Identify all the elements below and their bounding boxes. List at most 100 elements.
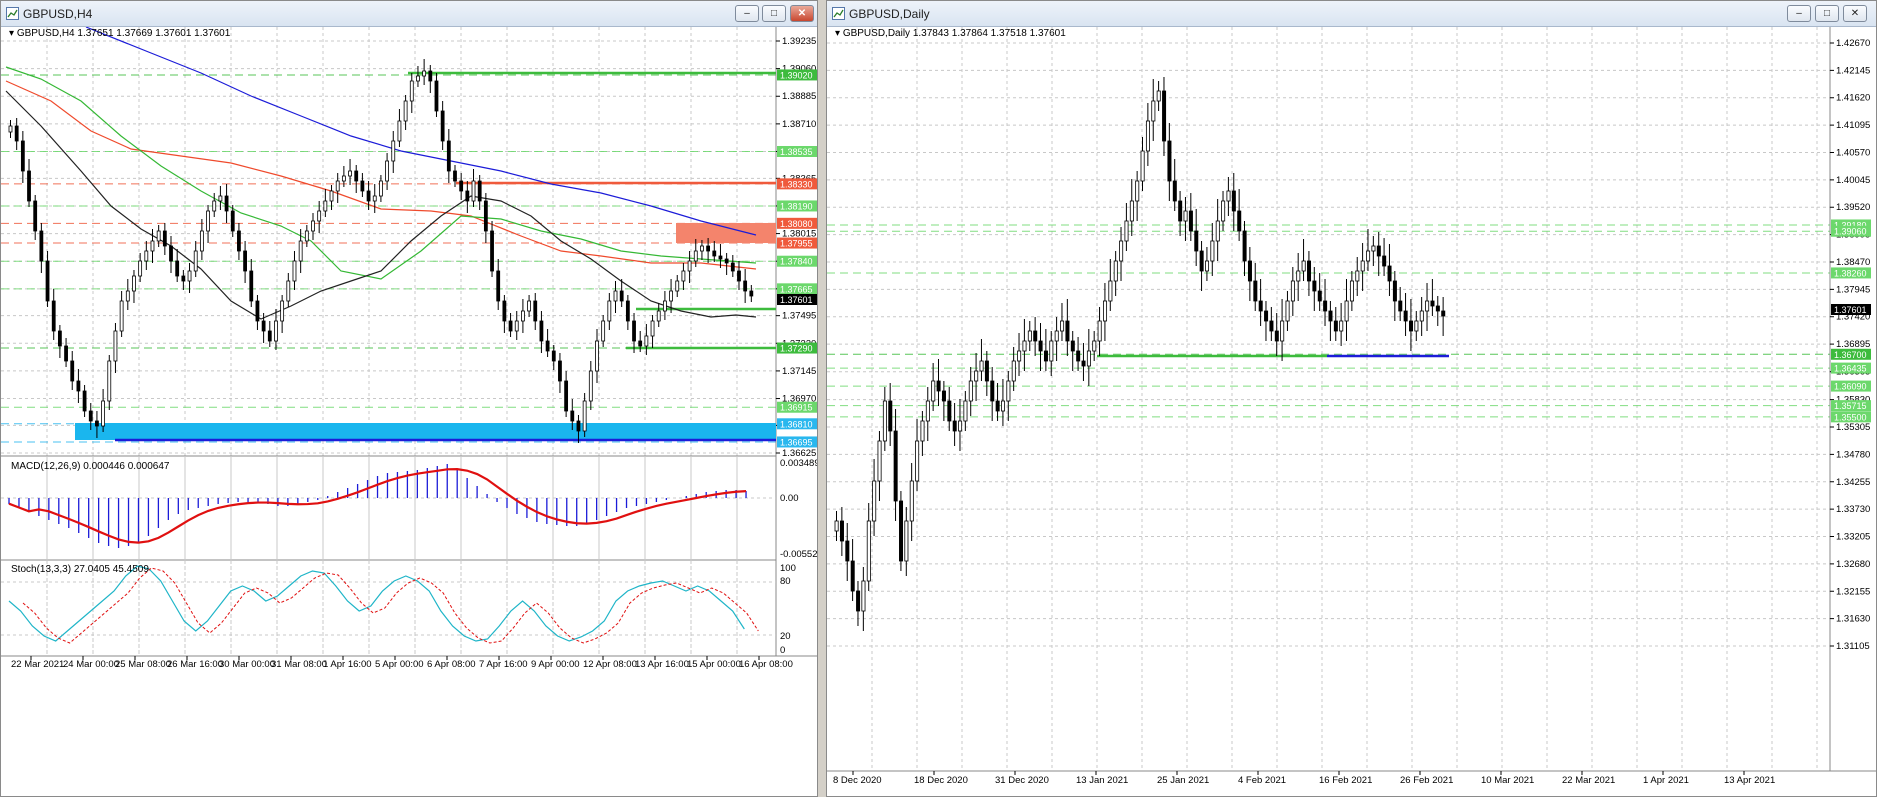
time-axis-label: 22 Mar 2021 (11, 659, 64, 670)
h4-candle (379, 180, 383, 197)
level-price-label: 1.36695 (780, 437, 813, 447)
macd-tick: -0.005524 (780, 549, 817, 560)
level-price-label: 1.37840 (780, 257, 813, 267)
daily-candle (1371, 245, 1376, 252)
level-price-label: 1.36090 (1834, 382, 1867, 392)
price-tick-label: 1.34255 (1836, 477, 1870, 488)
daily-candle (952, 420, 957, 432)
h4-candle (14, 125, 19, 142)
daily-candle (1043, 350, 1048, 362)
h4-candle (298, 240, 303, 262)
price-tick-label: 1.37145 (782, 366, 816, 377)
daily-candle (1135, 180, 1140, 202)
h4-candle (8, 125, 13, 133)
h4-candle (422, 70, 427, 77)
daily-candle (1323, 300, 1328, 312)
daily-candle (1366, 250, 1371, 262)
daily-candle (1092, 340, 1097, 352)
level-price-label: 1.36700 (1834, 350, 1867, 360)
daily-chart-window: GBPUSD,Daily – □ ✕ 1.42670 1.42145 1.41620… (826, 0, 1877, 797)
daily-candle (1307, 260, 1312, 282)
h4-candle (706, 245, 711, 252)
stoch-tick: 0 (780, 645, 785, 656)
daily-candle (1001, 400, 1006, 412)
daily-candle (1398, 300, 1403, 312)
daily-candle (1097, 320, 1102, 342)
h4-candle (650, 320, 655, 337)
time-axis-label: 15 Apr 00:00 (687, 659, 741, 670)
time-axis-label: 16 Apr 08:00 (739, 659, 793, 670)
daily-candle (839, 520, 844, 542)
h4-chart-area[interactable]: 1.392351.390601.388851.387101.385351.383… (1, 27, 817, 796)
close-button[interactable]: ✕ (790, 5, 814, 22)
level-price-label: 1.37665 (780, 284, 813, 294)
daily-candle (1344, 300, 1349, 322)
daily-candle (1103, 300, 1108, 322)
price-tick-label: 1.40570 (1836, 147, 1870, 158)
daily-candle (1242, 230, 1247, 262)
maximize-button[interactable]: □ (1815, 5, 1839, 22)
daily-chart-header: ▾ GBPUSD,Daily 1.37843 1.37864 1.37518 1… (835, 28, 1066, 39)
h4-candle (403, 100, 408, 122)
minimize-button[interactable]: – (1787, 5, 1811, 22)
daily-candle (850, 560, 855, 592)
h4-candle (669, 290, 673, 302)
level-price-label: 1.39060 (1834, 227, 1867, 237)
h4-candle (508, 320, 513, 332)
h4-candle (360, 180, 365, 192)
daily-chart-area[interactable]: 1.42670 1.42145 1.41620 1.41095 1.40570 1.400… (827, 27, 1876, 796)
h4-title-bar[interactable]: GBPUSD,H4 – □ ✕ (1, 1, 817, 27)
daily-candle (1027, 330, 1032, 342)
h4-candle (113, 330, 118, 362)
macd-tick: 0.003489 (780, 458, 817, 469)
h4-candle (656, 310, 661, 322)
daily-candle (1049, 340, 1054, 362)
h4-candle (434, 80, 439, 112)
h4-candle (502, 300, 507, 322)
daily-window-title: GBPUSD,Daily (849, 7, 930, 21)
time-axis-label: 16 Feb 2021 (1319, 775, 1372, 786)
time-axis-label: 4 Feb 2021 (1238, 775, 1286, 786)
time-axis-label: 10 Mar 2021 (1481, 775, 1534, 786)
daily-title-bar[interactable]: GBPUSD,Daily – □ ✕ (827, 1, 1876, 27)
h4-candle (70, 360, 75, 382)
daily-candle (947, 400, 952, 422)
price-tick-label: 1.40045 (1836, 175, 1870, 186)
daily-candle (995, 400, 1000, 412)
time-axis-label: 5 Apr 00:00 (375, 659, 424, 670)
level-price-label: 1.35715 (1834, 401, 1867, 411)
time-axis-label: 1 Apr 16:00 (323, 659, 372, 670)
daily-candle (1414, 320, 1419, 332)
time-axis-label: 31 Mar 08:00 (271, 659, 327, 670)
h4-candle (453, 170, 457, 182)
maximize-button[interactable]: □ (762, 5, 786, 22)
daily-candle (1258, 300, 1263, 312)
h4-candle (354, 170, 359, 182)
daily-candle (1290, 280, 1295, 302)
time-axis-label: 26 Feb 2021 (1400, 775, 1453, 786)
price-tick-label: 1.38470 (1836, 257, 1870, 268)
h4-candle (514, 320, 519, 332)
price-tick-label: 1.41095 (1836, 120, 1870, 131)
daily-candle (1425, 300, 1430, 312)
daily-candle (1145, 120, 1150, 152)
price-tick-label: 1.39520 (1836, 202, 1870, 213)
daily-candle (1113, 260, 1118, 282)
time-axis-label: 9 Apr 00:00 (531, 659, 580, 670)
h4-candle (20, 140, 25, 172)
minimize-button[interactable]: – (735, 5, 759, 22)
daily-candle (1301, 260, 1306, 272)
restore-button[interactable]: ✕ (1843, 5, 1867, 22)
price-tick-label: 1.42145 (1836, 65, 1870, 76)
h4-candle (471, 180, 476, 202)
current-price-label: 1.37601 (780, 295, 813, 305)
h4-candle (743, 280, 748, 292)
h4-candle (638, 340, 643, 347)
daily-candle (834, 520, 839, 532)
h4-candle (138, 260, 143, 277)
level-price-label: 1.36810 (780, 419, 813, 429)
daily-candle (856, 590, 861, 612)
daily-candle (1065, 320, 1070, 342)
time-axis-label: 1 Apr 2021 (1643, 775, 1689, 786)
stoch-tick: 80 (780, 576, 791, 587)
